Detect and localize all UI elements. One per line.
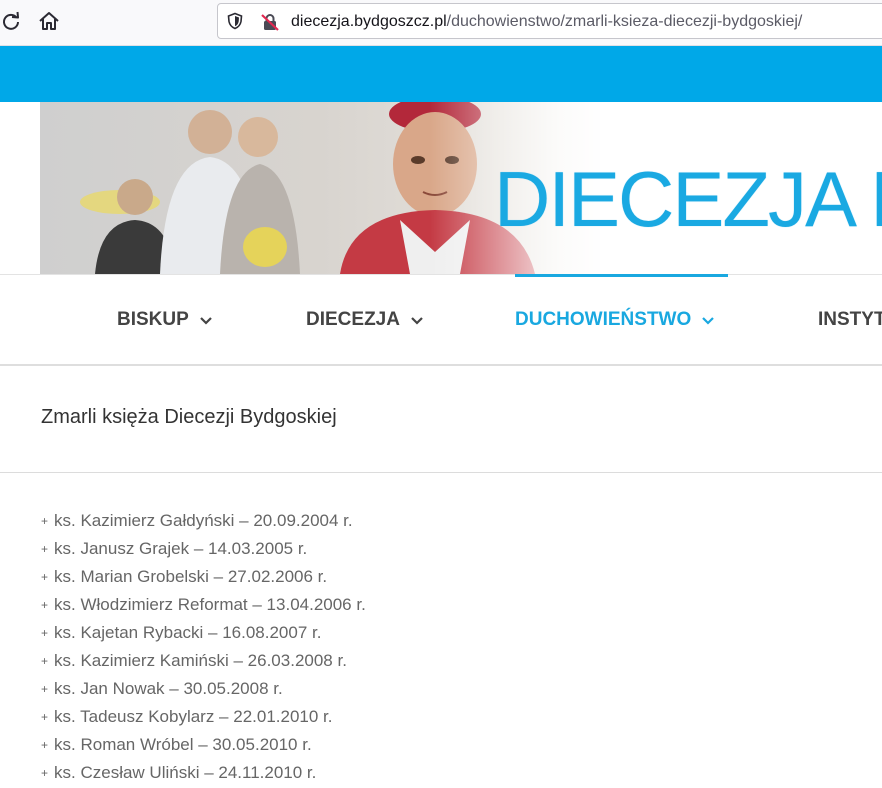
home-icon [39,12,59,30]
tracking-protection-shield-icon[interactable] [226,12,244,30]
url-domain: diecezja.bydgoszcz.pl [291,13,447,30]
list-item-text: ks. Kazimierz Kamiński – 26.03.2008 r. [54,651,347,670]
list-item: + ks. Tadeusz Kobylarz – 22.01.2010 r. [41,704,366,732]
browser-toolbar: diecezja.bydgoszcz.pl/duchowienstwo/zmar… [0,0,882,46]
list-item-text: ks. Włodzimierz Reformat – 13.04.2006 r. [54,595,366,614]
chevron-down-icon [702,317,715,325]
page-title: Zmarli księża Diecezji Bydgoskiej [41,406,337,428]
list-prefix: + [41,738,49,752]
reload-icon [3,11,19,30]
nav-item-label: BISKUP [117,309,189,330]
list-prefix: + [41,682,49,696]
url-text[interactable]: diecezja.bydgoszcz.pl/duchowienstwo/zmar… [291,12,802,32]
list-item: + ks. Marian Grobelski – 27.02.2006 r. [41,564,366,592]
list-prefix: + [41,766,49,780]
list-item-text: ks. Marian Grobelski – 27.02.2006 r. [54,567,328,586]
main-navigation: BISKUP DIECEZJA DUCHOWIEŃSTWO INSTYT [0,274,882,366]
insecure-lock-icon[interactable] [260,12,280,32]
site-top-bar [0,46,882,102]
nav-item-duchowienstwo[interactable]: DUCHOWIEŃSTWO [515,275,715,365]
chevron-down-icon [200,317,212,325]
list-prefix: + [41,542,49,556]
list-item-text: ks. Jan Nowak – 30.05.2008 r. [54,679,283,698]
list-item: + ks. Jan Nowak – 30.05.2008 r. [41,676,366,704]
chevron-down-icon [411,317,423,325]
list-prefix: + [41,598,49,612]
nav-item-label: INSTYT [818,309,882,330]
home-button[interactable] [34,6,64,36]
list-item-text: ks. Tadeusz Kobylarz – 22.01.2010 r. [54,707,333,726]
list-item: + ks. Roman Wróbel – 30.05.2010 r. [41,732,366,760]
list-item-text: ks. Czesław Uliński – 24.11.2010 r. [54,763,317,782]
site-logo-title[interactable]: DIECEZJA BY [494,156,882,242]
address-bar[interactable]: diecezja.bydgoszcz.pl/duchowienstwo/zmar… [217,3,882,39]
list-item-text: ks. Kazimierz Gałdyński – 20.09.2004 r. [54,511,353,530]
list-prefix: + [41,570,49,584]
deceased-priests-list: + ks. Kazimierz Gałdyński – 20.09.2004 r.… [41,508,366,788]
list-item: + ks. Kajetan Rybacki – 16.08.2007 r. [41,620,366,648]
list-item: + ks. Kazimierz Gałdyński – 20.09.2004 r. [41,508,366,536]
nav-item-label: DUCHOWIEŃSTWO [515,309,692,330]
nav-item-label: DIECEZJA [306,309,400,330]
list-prefix: + [41,710,49,724]
title-divider [0,472,882,473]
nav-item-diecezja[interactable]: DIECEZJA [306,275,424,365]
reload-button[interactable] [0,6,26,36]
url-path: /duchowienstwo/zmarli-ksieza-diecezji-by… [446,13,803,30]
list-item-text: ks. Roman Wróbel – 30.05.2010 r. [54,735,312,754]
list-prefix: + [41,514,49,528]
list-prefix: + [41,626,49,640]
list-item: + ks. Janusz Grajek – 14.03.2005 r. [41,536,366,564]
list-item-text: ks. Janusz Grajek – 14.03.2005 r. [54,539,308,558]
list-item: + ks. Włodzimierz Reformat – 13.04.2006 r… [41,592,366,620]
list-item-text: ks. Kajetan Rybacki – 16.08.2007 r. [54,623,322,642]
site-banner[interactable]: DIECEZJA BY [0,102,882,274]
list-item: + ks. Kazimierz Kamiński – 26.03.2008 r. [41,648,366,676]
list-prefix: + [41,654,49,668]
list-item: + ks. Czesław Uliński – 24.11.2010 r. [41,760,366,788]
nav-item-instytucje[interactable]: INSTYT [818,275,882,365]
nav-item-biskup[interactable]: BISKUP [117,275,213,365]
